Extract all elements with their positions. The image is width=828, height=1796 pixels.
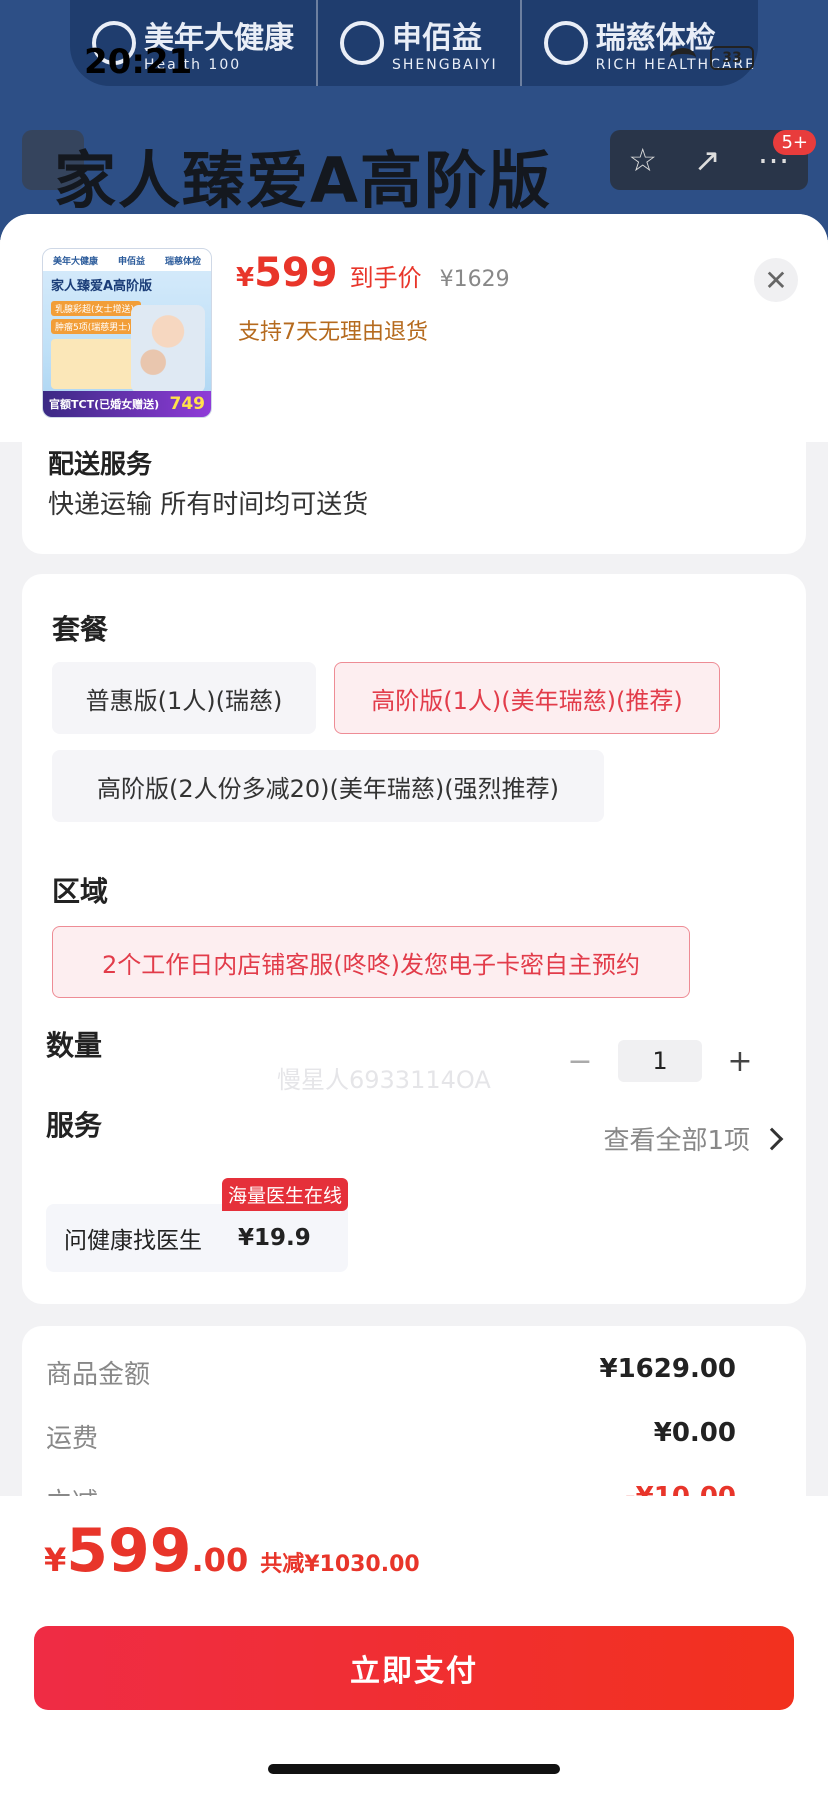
product-title-bg: 家人臻爱A高阶版 bbox=[54, 144, 552, 217]
watermark: 慢星人6933114OA bbox=[277, 1066, 491, 1094]
cart-badge: 5+ bbox=[773, 130, 816, 155]
family-photo bbox=[131, 305, 205, 393]
service-price: ¥19.9 bbox=[238, 1225, 311, 1251]
service-option[interactable]: 问健康找医生 ¥19.9 bbox=[46, 1204, 348, 1272]
product-thumbnail: 美年大健康 申佰益 瑞慈体检 家人臻爱A高阶版 乳腺彩超(女士增送) 肿瘤5项(… bbox=[42, 248, 212, 418]
chevron-right-icon bbox=[760, 1127, 784, 1150]
delivery-text: 快递运输 所有时间均可送货 bbox=[48, 490, 369, 520]
package-option-basic[interactable]: 普惠版(1人)(瑞慈) bbox=[52, 662, 316, 734]
share-icon[interactable]: ↗ bbox=[694, 141, 721, 179]
total-discount: 共减¥1030.00 bbox=[260, 1552, 420, 1577]
background-product-page: 美年大健康 Health 100 申佰益 SHENGBAIYI 瑞慈体检 RICH H… bbox=[0, 0, 828, 240]
final-price: ¥599 bbox=[236, 250, 338, 296]
package-title: 套餐 bbox=[52, 613, 109, 646]
price-row: ¥599 到手价 ¥1629 bbox=[236, 250, 510, 296]
pay-total: ¥ 599 .00 共减¥1030.00 bbox=[44, 1516, 420, 1586]
view-all-services[interactable]: 查看全部1项 bbox=[603, 1120, 784, 1157]
minus-button[interactable]: − bbox=[562, 1044, 598, 1079]
wifi-icon bbox=[670, 48, 696, 68]
battery-icon: 33 bbox=[710, 46, 754, 70]
total-row-goods: 商品金额 ¥1629.00 bbox=[46, 1354, 736, 1390]
star-icon[interactable]: ☆ bbox=[628, 141, 657, 179]
region-title: 区域 bbox=[52, 875, 109, 908]
logo-ruici: 瑞慈体检 RICH HEALTHCARE bbox=[522, 0, 778, 86]
region-option[interactable]: 2个工作日内店铺客服(咚咚)发您电子卡密自主预约 bbox=[52, 926, 690, 998]
service-title: 服务 bbox=[46, 1109, 103, 1142]
service-name: 问健康找医生 bbox=[64, 1228, 202, 1254]
return-policy: 支持7天无理由退货 bbox=[238, 320, 428, 345]
service-badge: 海量医生在线 bbox=[222, 1178, 349, 1211]
quantity-title: 数量 bbox=[46, 1029, 103, 1062]
quantity-value[interactable]: 1 bbox=[618, 1040, 702, 1082]
options-card: 套餐 普惠版(1人)(瑞慈) 高阶版(1人)(美年瑞慈)(推荐) 高阶版(2人份… bbox=[22, 574, 806, 1304]
total-row-shipping: 运费 ¥0.00 bbox=[46, 1418, 736, 1454]
pay-now-button[interactable]: 立即支付 bbox=[34, 1626, 794, 1710]
home-indicator bbox=[268, 1764, 560, 1774]
package-option-premium-2p[interactable]: 高阶版(2人份多减20)(美年瑞慈)(强烈推荐) bbox=[52, 750, 604, 822]
logo-shengbaiyi: 申佰益 SHENGBAIYI bbox=[318, 0, 522, 86]
plus-button[interactable]: + bbox=[722, 1044, 758, 1079]
quantity-stepper: − 1 + bbox=[562, 1040, 758, 1082]
status-icons: 33 bbox=[670, 46, 754, 70]
original-price: ¥1629 bbox=[439, 267, 510, 292]
price-tag: 到手价 bbox=[349, 264, 422, 292]
pay-bar: ¥ 599 .00 共减¥1030.00 立即支付 bbox=[0, 1496, 828, 1796]
package-option-premium[interactable]: 高阶版(1人)(美年瑞慈)(推荐) bbox=[334, 662, 720, 734]
delivery-label: 配送服务 bbox=[48, 450, 153, 480]
close-icon[interactable]: ✕ bbox=[754, 258, 798, 302]
status-time: 20:21 bbox=[84, 42, 193, 82]
sheet-header: 美年大健康 申佰益 瑞慈体检 家人臻爱A高阶版 乳腺彩超(女士增送) 肿瘤5项(… bbox=[0, 214, 828, 442]
